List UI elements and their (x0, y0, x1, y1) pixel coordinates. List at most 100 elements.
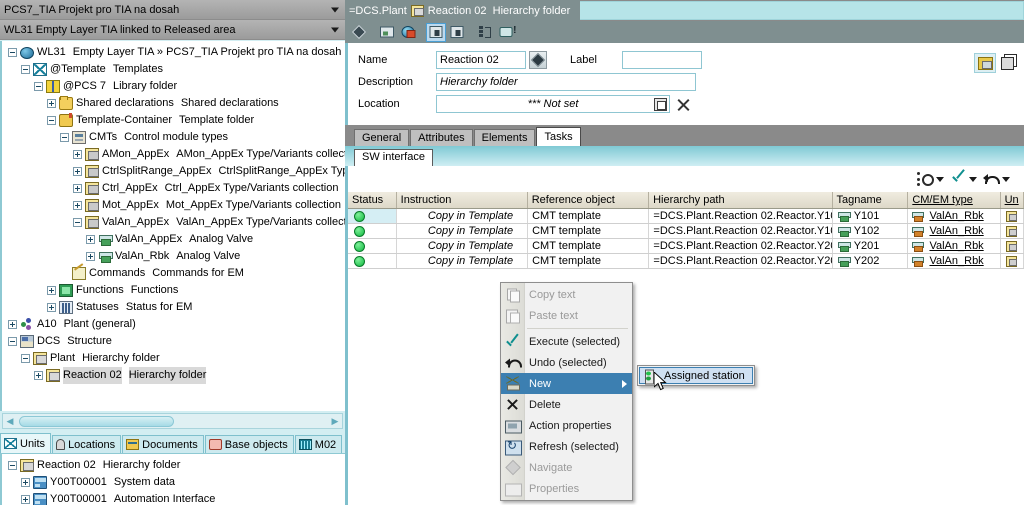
chevron-down-icon[interactable] (331, 27, 339, 32)
tab-elements[interactable]: Elements (473, 129, 536, 146)
scroll-left-icon[interactable]: ◀ (3, 416, 17, 427)
expand-icon[interactable] (21, 495, 30, 504)
menu-item-new[interactable]: New (501, 373, 632, 394)
tab-tasks[interactable]: Tasks (536, 127, 581, 146)
submenu-item-assigned-station[interactable]: Assigned station (639, 367, 753, 384)
cm-em-type-cell[interactable]: ValAn_Rbk (908, 224, 1001, 238)
grid-column-header[interactable]: CM/EM type (908, 192, 1001, 208)
navigate-button[interactable] (349, 23, 369, 42)
chevron-down-icon[interactable] (969, 176, 977, 182)
expand-icon[interactable] (73, 184, 82, 193)
location-input[interactable]: *** Not set (436, 95, 670, 113)
tree-item[interactable]: Reaction 02 Hierarchy folder (2, 367, 345, 384)
table-row[interactable]: Copy in Template CMT template =DCS.Plant.R… (348, 224, 1024, 239)
chevron-down-icon[interactable] (936, 176, 944, 182)
collapse-icon[interactable] (21, 354, 30, 363)
tree-item[interactable]: WL31 Empty Layer TIA » PCS7_TIA Projekt p… (2, 44, 345, 61)
context-submenu[interactable]: Assigned station (637, 365, 755, 386)
cm-em-type-link[interactable]: ValAn_Rbk (929, 209, 983, 223)
menu-item-execute-selected[interactable]: Execute (selected) (501, 331, 632, 352)
tree-item[interactable]: Mot_AppEx Mot_AppEx Type/Variants collect… (2, 197, 345, 214)
tree-item[interactable]: ValAn_Rbk Analog Valve (2, 248, 345, 265)
tree-item[interactable]: ValAn_AppEx ValAn_AppEx Type/Variants col… (2, 214, 345, 231)
tree-item[interactable]: Template-Container Template folder (2, 112, 345, 129)
description-input[interactable]: Hierarchy folder (436, 73, 696, 91)
grid-column-header[interactable]: Tagname (833, 192, 909, 208)
cm-em-type-cell[interactable]: ValAn_Rbk (908, 254, 1001, 268)
cm-em-type-cell[interactable]: ValAn_Rbk (908, 209, 1001, 223)
tasks-grid[interactable]: Status Instruction Reference object Hierarc… (345, 192, 1024, 505)
tree-item[interactable]: DCS Structure (2, 333, 345, 350)
grid-column-header[interactable]: Status (348, 192, 397, 208)
tree-item[interactable]: Ctrl_AppEx Ctrl_AppEx Type/Variants colle… (2, 180, 345, 197)
left-tab-base-objects[interactable]: Base objects (204, 435, 294, 453)
picture-button[interactable] (377, 23, 397, 42)
label-input[interactable] (622, 51, 702, 69)
cm-em-type-link[interactable]: ValAn_Rbk (929, 239, 983, 253)
units-tree[interactable]: Reaction 02 Hierarchy folder Y00T00001 Syst… (0, 453, 345, 505)
expand-icon[interactable] (73, 167, 82, 176)
detail-subtabs[interactable]: SW interface (345, 146, 1024, 166)
grid-column-header[interactable]: Un (1001, 192, 1024, 208)
menu-item-refresh-selected[interactable]: Refresh (selected) (501, 436, 632, 457)
name-navigate-button[interactable] (529, 51, 547, 69)
name-input[interactable]: Reaction 02 (436, 51, 526, 69)
tree-item[interactable]: AMon_AppEx AMon_AppEx Type/Variants colle… (2, 146, 345, 163)
expand-icon[interactable] (73, 150, 82, 159)
detail-tabs[interactable]: General Attributes Elements Tasks (345, 125, 1024, 146)
tree-horizontal-scrollbar[interactable]: ◀ ▶ (2, 413, 343, 429)
location-picker-icon[interactable] (654, 98, 667, 111)
tree-view-button[interactable] (475, 23, 495, 42)
tree-item[interactable]: Reaction 02 Hierarchy folder (2, 457, 345, 474)
copy-reference-button[interactable] (1001, 54, 1018, 70)
expand-icon[interactable] (21, 478, 30, 487)
layer-combobox[interactable]: WL31 Empty Layer TIA linked to Released … (0, 20, 345, 40)
object-tab[interactable]: =DCS.Plant Reaction 02 Hierarchy folder (345, 0, 581, 21)
expand-icon[interactable] (47, 286, 56, 295)
left-tab-m02[interactable]: M02 (294, 435, 343, 453)
expand-icon[interactable] (8, 320, 17, 329)
grid-column-header[interactable]: Hierarchy path (649, 192, 833, 208)
table-row[interactable]: Copy in Template CMT template =DCS.Plant.R… (348, 239, 1024, 254)
collapse-icon[interactable] (60, 133, 69, 142)
database-alert-button[interactable] (496, 23, 516, 42)
collapse-icon[interactable] (73, 218, 82, 227)
expand-icon[interactable] (86, 235, 95, 244)
tree-item[interactable]: @PCS 7 Library folder (2, 78, 345, 95)
tree-item[interactable]: CMTs Control module types (2, 129, 345, 146)
chevron-down-icon[interactable] (331, 7, 339, 12)
left-tab-units[interactable]: Units (0, 433, 52, 453)
tree-item[interactable]: Shared declarations Shared declarations (2, 95, 345, 112)
filter-button[interactable] (917, 171, 944, 187)
menu-item-undo-selected[interactable]: Undo (selected) (501, 352, 632, 373)
grid-column-header[interactable]: Instruction (397, 192, 528, 208)
cm-em-type-link[interactable]: ValAn_Rbk (929, 254, 983, 268)
chevron-down-icon[interactable] (1002, 176, 1010, 182)
expand-icon[interactable] (86, 252, 95, 261)
expand-icon[interactable] (47, 303, 56, 312)
menu-item-delete[interactable]: Delete (501, 394, 632, 415)
collapse-icon[interactable] (8, 461, 17, 470)
subtab-sw-interface[interactable]: SW interface (354, 149, 433, 166)
cm-em-type-link[interactable]: ValAn_Rbk (929, 224, 983, 238)
open-folder-button[interactable] (974, 53, 996, 73)
lock-button[interactable] (447, 23, 467, 42)
expand-icon[interactable] (73, 201, 82, 210)
tree-item[interactable]: CtrlSplitRange_AppEx CtrlSplitRange_AppEx… (2, 163, 345, 180)
menu-item-action-properties[interactable]: Action properties (501, 415, 632, 436)
table-row[interactable]: Copy in Template CMT template =DCS.Plant.R… (348, 209, 1024, 224)
context-menu[interactable]: Copy text Paste text Execute (selected) Und… (500, 282, 633, 501)
collapse-icon[interactable] (21, 65, 30, 74)
tree-item[interactable]: ValAn_AppEx Analog Valve (2, 231, 345, 248)
collapse-icon[interactable] (47, 116, 56, 125)
expand-icon[interactable] (34, 371, 43, 380)
scroll-right-icon[interactable]: ▶ (328, 416, 342, 427)
cm-em-type-cell[interactable]: ValAn_Rbk (908, 239, 1001, 253)
collapse-icon[interactable] (8, 337, 17, 346)
grid-column-header[interactable]: Reference object (528, 192, 650, 208)
execute-button[interactable] (950, 171, 977, 187)
tree-item[interactable]: Y00T00001 Automation Interface (2, 491, 345, 505)
collapse-icon[interactable] (34, 82, 43, 91)
tree-item[interactable]: Functions Functions (2, 282, 345, 299)
location-clear-button[interactable] (674, 95, 693, 114)
